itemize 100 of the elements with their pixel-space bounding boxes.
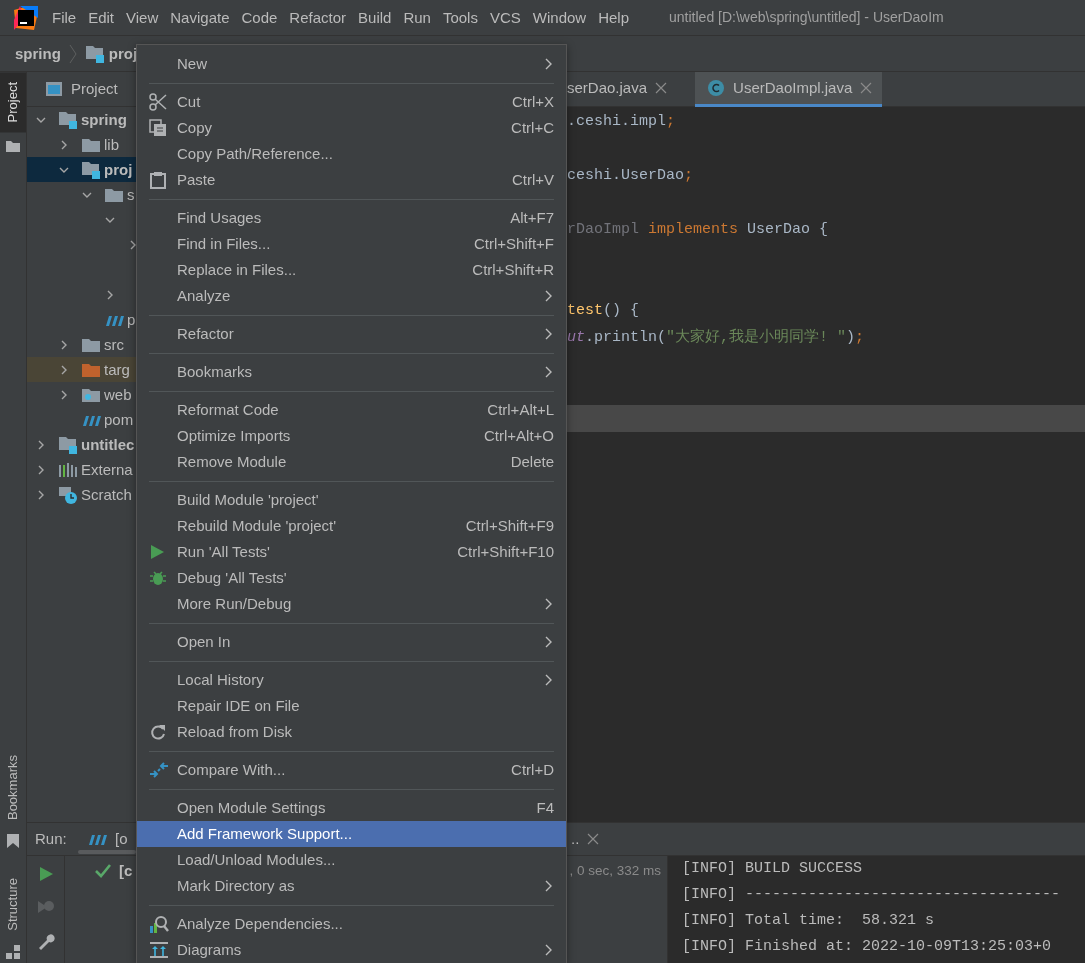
bug-icon	[149, 569, 167, 587]
breadcrumb-item[interactable]: spring	[15, 44, 61, 63]
run-tab[interactable]: [o	[115, 830, 128, 848]
window-title: untitled [D:\web\spring\untitled] - UserDaoIm	[669, 9, 944, 26]
menu-item[interactable]: File	[46, 8, 83, 27]
menu-item[interactable]: Analyze	[137, 283, 566, 309]
shortcut-text: Ctrl+Shift+R	[472, 261, 554, 279]
tree-item[interactable]: proj	[104, 160, 133, 179]
close-icon	[860, 82, 873, 94]
app-logo	[14, 5, 38, 30]
menu-item[interactable]: More Run/Debug	[137, 591, 566, 617]
menu-item[interactable]: Repair IDE on File	[137, 693, 566, 719]
shortcut-text: Ctrl+Alt+L	[487, 401, 554, 419]
menu-item[interactable]: Copy Ctrl+C	[137, 115, 566, 141]
maven-icon	[87, 832, 107, 846]
shortcut-text: Ctrl+Shift+F10	[457, 543, 554, 561]
menu-item[interactable]: Open In	[137, 629, 566, 655]
menu-item[interactable]: Mark Directory as	[137, 873, 566, 899]
test-duration: , 0 sec, 332 ms	[569, 862, 662, 880]
bookmark-icon	[7, 834, 19, 849]
tree-item[interactable]: spring	[81, 110, 127, 129]
menu-item[interactable]: Optimize Imports Ctrl+Alt+O	[137, 423, 566, 449]
menu-item[interactable]: Analyze Dependencies...	[137, 911, 566, 937]
editor-tab[interactable]: UserDaoImpl.java	[695, 72, 883, 107]
menu-item[interactable]: Build Module 'project'	[137, 487, 566, 513]
tree-item[interactable]: s	[127, 185, 135, 204]
menu-item[interactable]: Bookmarks	[137, 359, 566, 385]
menu-item[interactable]: Find Usages Alt+F7	[137, 205, 566, 231]
folder-icon	[81, 336, 101, 353]
menu-item[interactable]: Copy Path/Reference...	[137, 141, 566, 167]
library-icon	[58, 461, 78, 478]
scratches-icon	[58, 485, 78, 504]
shortcut-text: Ctrl+C	[511, 119, 554, 137]
tree-item[interactable]: Scratch	[81, 485, 132, 504]
copy-icon	[149, 119, 167, 137]
menu-item[interactable]: Edit	[82, 8, 121, 27]
menu-item[interactable]: Add Framework Support...	[137, 821, 566, 847]
folder-icon	[6, 140, 20, 153]
menu-item[interactable]: Window	[526, 8, 593, 27]
menu-item[interactable]: Refactor	[283, 8, 353, 27]
menu-item[interactable]: Replace in Files... Ctrl+Shift+R	[137, 257, 566, 283]
panel-title: Run:	[34, 830, 68, 848]
module-folder-icon	[58, 435, 78, 454]
menu-item[interactable]: Navigate	[164, 8, 236, 27]
play-icon	[37, 866, 54, 882]
menu-item[interactable]: New	[137, 51, 566, 77]
menu-item[interactable]: View	[120, 8, 165, 27]
analyze-icon	[149, 914, 169, 934]
console-line: [INFO] Finished at: 2022-10-09T13:25:03+0	[682, 937, 1053, 957]
menu-item[interactable]: Remove Module Delete	[137, 449, 566, 475]
menu-item[interactable]: Open Module Settings F4	[137, 795, 566, 821]
tool-window-tab[interactable]: Bookmarks	[0, 749, 26, 827]
tree-item[interactable]: Externa	[81, 460, 133, 479]
tree-item[interactable]: targ	[104, 360, 130, 379]
menu-item[interactable]: Rebuild Module 'project' Ctrl+Shift+F9	[137, 513, 566, 539]
menu-item[interactable]: Code	[235, 8, 284, 27]
menu-item[interactable]: Build	[352, 8, 398, 27]
folder-icon	[81, 136, 101, 153]
tree-item[interactable]: p	[127, 310, 136, 329]
rerun-failed-icon	[36, 898, 55, 916]
menu-item[interactable]: Local History	[137, 667, 566, 693]
menu-item[interactable]: Load/Unload Modules...	[137, 847, 566, 873]
tool-window-tab[interactable]: Project	[0, 72, 26, 133]
run-tab[interactable]: ..	[571, 830, 580, 848]
tree-item[interactable]: untitlec	[81, 435, 135, 454]
web-folder-icon	[81, 386, 101, 403]
menu-item[interactable]: Run 'All Tests' Ctrl+Shift+F10	[137, 539, 566, 565]
close-icon	[587, 833, 600, 845]
menu-item[interactable]: Reformat Code Ctrl+Alt+L	[137, 397, 566, 423]
menu-item[interactable]: Refactor	[137, 321, 566, 347]
shortcut-text: F4	[536, 799, 554, 817]
editor-tab[interactable]: serDao.java	[565, 72, 678, 107]
tree-item[interactable]: pom	[104, 410, 134, 429]
shortcut-text: Ctrl+V	[511, 171, 554, 189]
shortcut-text: Delete	[510, 453, 554, 471]
close-icon	[655, 82, 668, 94]
menu-item[interactable]: Find in Files... Ctrl+Shift+F	[137, 231, 566, 257]
tool-window-tab[interactable]: Structure	[0, 872, 26, 937]
menu-item[interactable]: Help	[592, 8, 636, 27]
breadcrumb-item[interactable]: proj	[108, 44, 138, 63]
tree-item[interactable]: src	[104, 335, 124, 354]
menu-item[interactable]: Debug 'All Tests'	[137, 565, 566, 591]
menu-item[interactable]: Cut Ctrl+X	[137, 89, 566, 115]
shortcut-text: Alt+F7	[510, 209, 554, 227]
menu-item[interactable]: Run	[397, 8, 437, 27]
tree-item[interactable]: lib	[104, 135, 119, 154]
clipboard-icon	[149, 171, 167, 189]
menu-item[interactable]: Reload from Disk	[137, 719, 566, 745]
menu-item[interactable]: VCS	[483, 8, 527, 27]
menu-item[interactable]: Tools	[436, 8, 484, 27]
menu-item[interactable]: Diagrams	[137, 937, 566, 963]
tree-item[interactable]: web	[104, 385, 132, 404]
folder-icon	[81, 361, 101, 378]
menu-item[interactable]: Compare With... Ctrl+D	[137, 757, 566, 783]
diagram-icon	[149, 941, 169, 959]
test-item[interactable]: [c	[119, 862, 133, 880]
console-line: [INFO] -----------------------------------	[682, 885, 1062, 905]
structure-icon	[6, 945, 20, 959]
check-icon	[95, 864, 111, 878]
menu-item[interactable]: Paste Ctrl+V	[137, 167, 566, 193]
